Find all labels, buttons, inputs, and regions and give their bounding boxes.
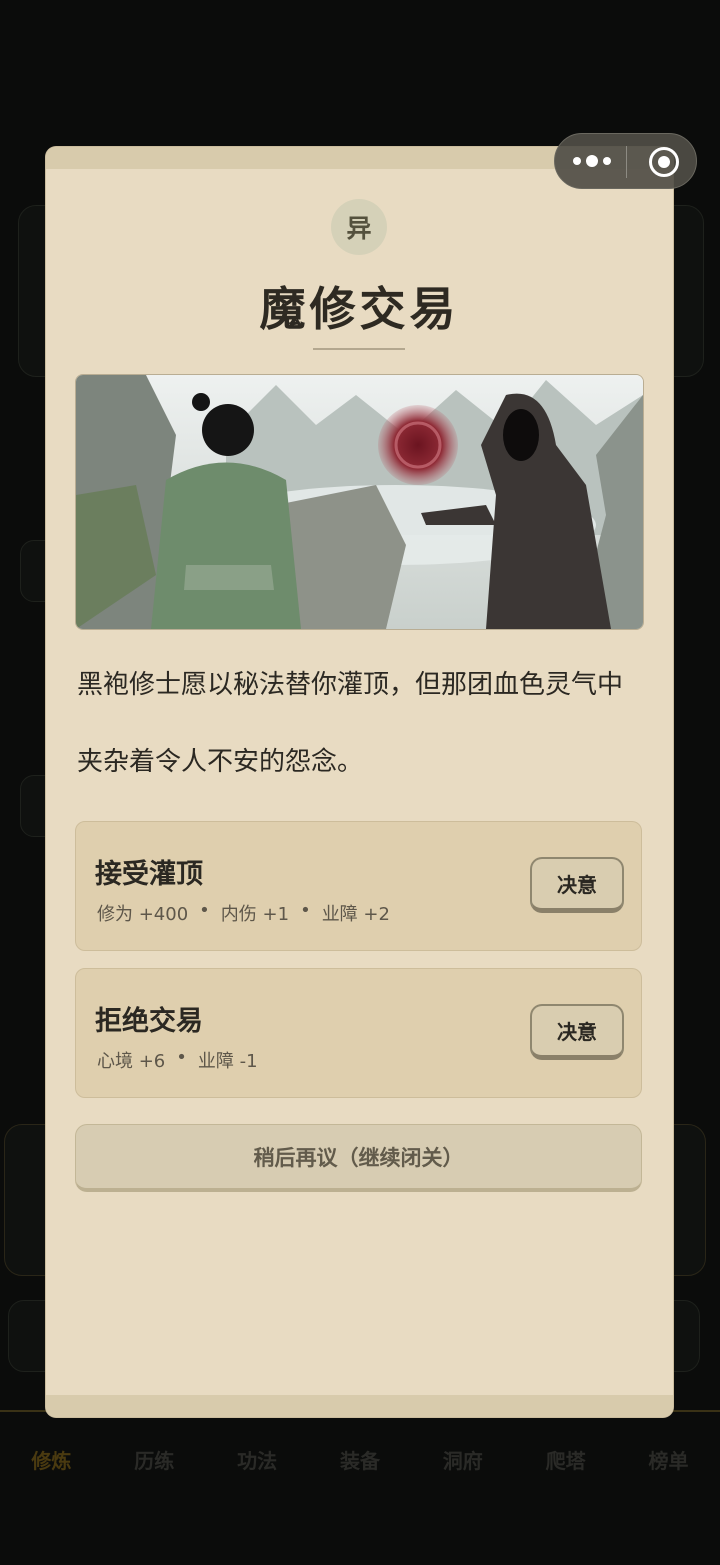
nav-item-tower[interactable]: 爬塔 [546, 1445, 586, 1474]
title-divider [313, 348, 405, 350]
choice-effects: 心境 +6 • 业障 -1 [97, 1047, 258, 1072]
effect-injury: 内伤 +1 [220, 904, 290, 925]
decide-button[interactable]: 决意 [530, 857, 624, 913]
bottom-nav: 修炼 历练 功法 装备 洞府 爬塔 榜单 [0, 1410, 720, 1507]
choice-title: 接受灌顶 [95, 859, 203, 890]
decide-button[interactable]: 决意 [530, 1004, 624, 1060]
event-story: 黑袍修士愿以秘法替你灌顶，但那团血色灵气中 夹杂着令人不安的怨念。 [77, 647, 647, 801]
event-title: 魔修交易 [259, 282, 460, 336]
event-modal: 异 魔修交易 黑袍修士愿以秘法替你灌顶，但那团血色灵气中 夹杂着令人不安的怨念。… [46, 147, 673, 1417]
modal-bottom-bar [46, 1395, 673, 1417]
event-type-badge: 异 [331, 199, 387, 255]
event-illustration [75, 374, 644, 630]
later-button[interactable]: 稍后再议（继续闭关） [75, 1124, 642, 1192]
mini-program-capsule [554, 133, 697, 189]
effect-mind: 心境 +6 [97, 1051, 166, 1072]
close-target-icon[interactable] [649, 147, 679, 177]
nav-item-adventure[interactable]: 历练 [134, 1445, 174, 1474]
capsule-divider [626, 146, 627, 178]
choice-card-accept: 接受灌顶 修为 +400 • 内伤 +1 • 业障 +2 决意 [75, 821, 642, 951]
effect-cultivation: 修为 +400 [97, 904, 189, 925]
story-line: 夹杂着令人不安的怨念。 [77, 747, 364, 777]
effect-karma: 业障 +2 [321, 904, 390, 925]
choice-effects: 修为 +400 • 内伤 +1 • 业障 +2 [97, 900, 390, 925]
choice-title: 拒绝交易 [95, 1006, 203, 1037]
choice-card-refuse: 拒绝交易 心境 +6 • 业障 -1 决意 [75, 968, 642, 1098]
effect-karma: 业障 -1 [197, 1051, 258, 1072]
nav-item-equipment[interactable]: 装备 [340, 1445, 380, 1474]
nav-item-ranking[interactable]: 榜单 [648, 1445, 688, 1474]
story-line: 黑袍修士愿以秘法替你灌顶，但那团血色灵气中 [77, 670, 624, 700]
nav-item-cultivate[interactable]: 修炼 [31, 1445, 71, 1474]
nav-item-cave[interactable]: 洞府 [443, 1445, 483, 1474]
more-dots-icon[interactable] [573, 149, 611, 173]
nav-item-skills[interactable]: 功法 [237, 1445, 277, 1474]
